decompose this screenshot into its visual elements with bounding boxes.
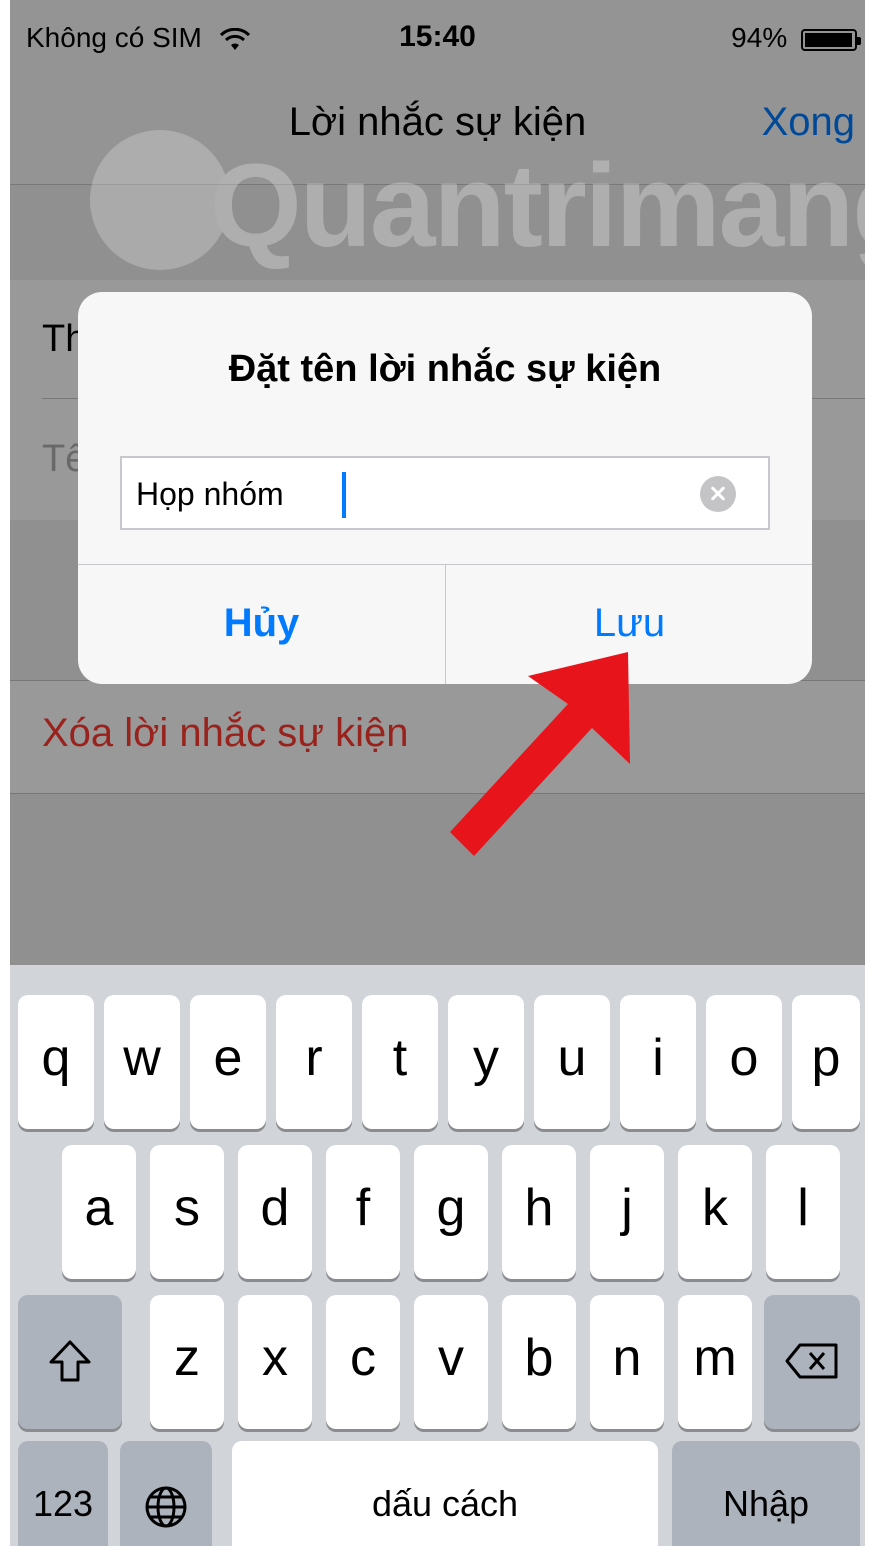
globe-key[interactable] [120, 1441, 212, 1546]
key-e[interactable]: e [190, 995, 266, 1129]
key-v[interactable]: v [414, 1295, 488, 1429]
key-k[interactable]: k [678, 1145, 752, 1279]
return-key[interactable]: Nhập [672, 1441, 860, 1546]
key-m[interactable]: m [678, 1295, 752, 1429]
shift-icon [49, 1340, 91, 1382]
key-i[interactable]: i [620, 995, 696, 1129]
name-reminder-alert: Đặt tên lời nhắc sự kiện Họp nhóm Hủy Lư… [78, 292, 812, 684]
numbers-key[interactable]: 123 [18, 1441, 108, 1546]
alert-title: Đặt tên lời nhắc sự kiện [228, 348, 662, 390]
key-o[interactable]: o [706, 995, 782, 1129]
arrow-annotation [450, 652, 630, 856]
shift-key[interactable] [18, 1295, 122, 1429]
key-a[interactable]: a [62, 1145, 136, 1279]
text-cursor [342, 472, 346, 518]
input-value: Họp nhóm [136, 476, 284, 512]
key-z[interactable]: z [150, 1295, 224, 1429]
key-w[interactable]: w [104, 995, 180, 1129]
backspace-key[interactable] [764, 1295, 860, 1429]
reminder-name-input[interactable]: Họp nhóm [120, 456, 770, 530]
watermark: Quantrimang [90, 130, 865, 280]
key-p[interactable]: p [792, 995, 860, 1129]
globe-icon [145, 1486, 187, 1528]
key-h[interactable]: h [502, 1145, 576, 1279]
key-j[interactable]: j [590, 1145, 664, 1279]
watermark-text: Quantrimang [210, 140, 865, 272]
key-c[interactable]: c [326, 1295, 400, 1429]
key-n[interactable]: n [590, 1295, 664, 1429]
key-b[interactable]: b [502, 1295, 576, 1429]
clear-icon[interactable] [700, 476, 736, 512]
key-s[interactable]: s [150, 1145, 224, 1279]
lightbulb-logo-icon [90, 130, 230, 270]
cancel-button[interactable]: Hủy [78, 564, 445, 684]
key-l[interactable]: l [766, 1145, 840, 1279]
key-q[interactable]: q [18, 995, 94, 1129]
key-r[interactable]: r [276, 995, 352, 1129]
key-u[interactable]: u [534, 995, 610, 1129]
phone-screen: Không có SIM 15:40 94% Lời nhắc sự kiện … [10, 0, 865, 1546]
key-y[interactable]: y [448, 995, 524, 1129]
key-d[interactable]: d [238, 1145, 312, 1279]
key-g[interactable]: g [414, 1145, 488, 1279]
key-f[interactable]: f [326, 1145, 400, 1279]
space-key[interactable]: dấu cách [232, 1441, 658, 1546]
keyboard: q w e r t y u i o p a s d f g h j k l z … [10, 965, 865, 1546]
key-t[interactable]: t [362, 995, 438, 1129]
key-x[interactable]: x [238, 1295, 312, 1429]
backspace-icon [785, 1343, 838, 1379]
